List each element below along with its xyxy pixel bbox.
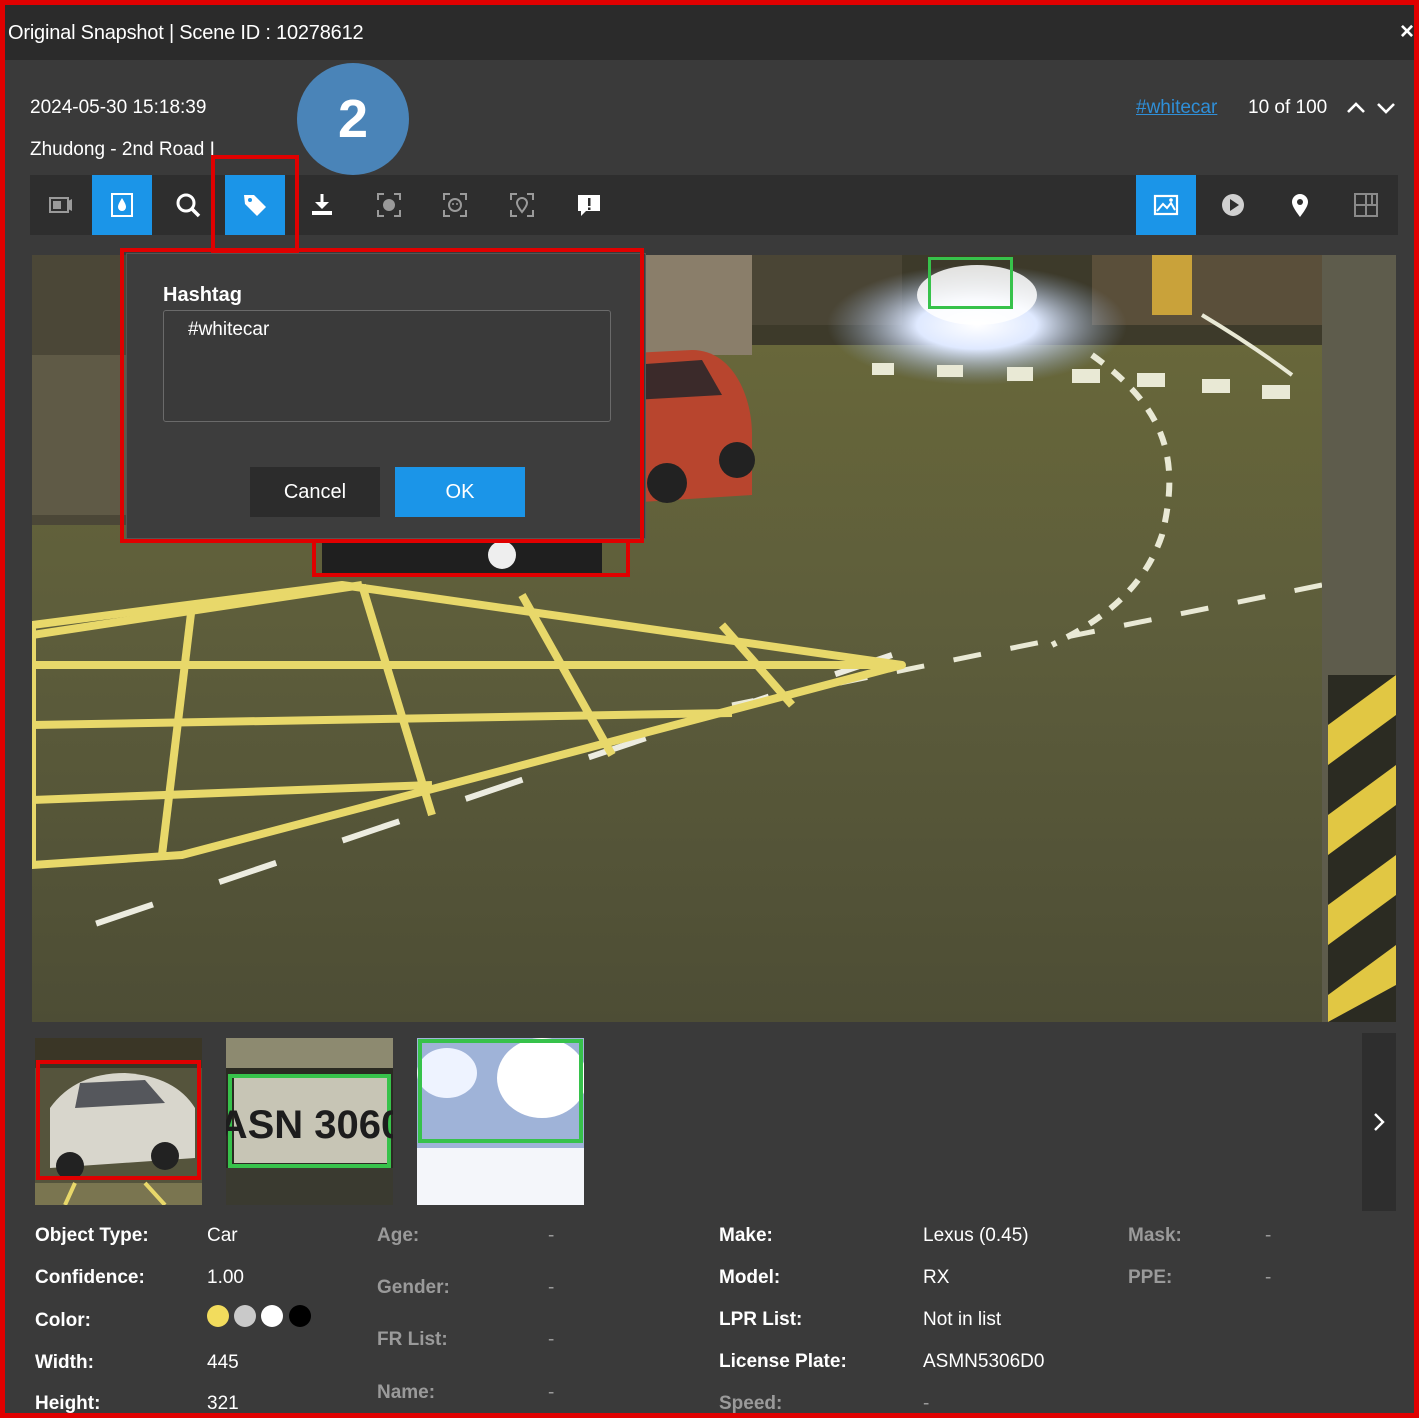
report-icon[interactable]	[559, 175, 619, 235]
color-swatch-black	[289, 1305, 311, 1327]
step-badge: 2	[297, 63, 409, 175]
age-value: -	[548, 1225, 555, 1246]
lpr-list-label: LPR List:	[719, 1309, 803, 1330]
confidence-value: 1.00	[207, 1267, 244, 1288]
annotation-highlight	[211, 155, 299, 255]
name-value: -	[548, 1382, 555, 1403]
face-detect-icon[interactable]	[425, 175, 485, 235]
color-swatch-white	[261, 1305, 283, 1327]
make-value: Lexus (0.45)	[923, 1225, 1029, 1246]
ppe-value: -	[1265, 1267, 1272, 1288]
object-type-value: Car	[207, 1225, 238, 1246]
layout-icon[interactable]	[1336, 175, 1396, 235]
gender-value: -	[548, 1277, 555, 1298]
model-label: Model:	[719, 1267, 781, 1288]
title-bar: Original Snapshot | Scene ID : 10278612 …	[5, 5, 1414, 60]
map-pin-icon[interactable]	[1270, 175, 1330, 235]
download-icon[interactable]	[292, 175, 352, 235]
name-label: Name:	[377, 1382, 436, 1403]
thumbnail-next-button[interactable]	[1362, 1033, 1396, 1211]
event-location: Zhudong - 2nd Road I	[30, 139, 215, 160]
speed-label: Speed:	[719, 1393, 783, 1414]
lpr-list-value: Not in list	[923, 1309, 1002, 1330]
car-thumbnail[interactable]	[35, 1038, 202, 1205]
width-value: 445	[207, 1352, 239, 1373]
location-scan-icon[interactable]	[492, 175, 552, 235]
plate-text: ASN 3060	[226, 1103, 393, 1147]
license-plate-label: License Plate:	[719, 1351, 847, 1372]
event-datetime: 2024-05-30 15:18:39	[30, 97, 207, 118]
camera-switch-icon[interactable]	[30, 175, 90, 235]
age-label: Age:	[377, 1225, 420, 1246]
close-icon[interactable]: ×	[1400, 18, 1414, 46]
color-swatch-yellow	[207, 1305, 229, 1327]
height-value: 321	[207, 1393, 239, 1414]
snapshot-window: Original Snapshot | Scene ID : 10278612 …	[0, 0, 1419, 1418]
face-scan-icon[interactable]	[359, 175, 419, 235]
chevron-up-icon[interactable]	[1345, 97, 1367, 119]
object-type-label: Object Type:	[35, 1225, 149, 1246]
confidence-label: Confidence:	[35, 1267, 145, 1288]
model-value: RX	[923, 1267, 950, 1288]
search-icon[interactable]	[158, 175, 218, 235]
make-label: Make:	[719, 1225, 773, 1246]
thumbnail-strip: ASN 3060	[32, 1033, 1396, 1213]
height-label: Height:	[35, 1393, 101, 1414]
fr-list-value: -	[548, 1329, 555, 1350]
window-title: Original Snapshot | Scene ID : 10278612	[8, 22, 364, 44]
detection-box	[928, 257, 1013, 309]
chevron-right-icon	[1374, 1113, 1385, 1131]
color-swatch-gray	[234, 1305, 256, 1327]
mask-value: -	[1265, 1225, 1272, 1246]
hashtag-link[interactable]: #whitecar	[1136, 97, 1217, 119]
image-view-icon[interactable]	[1136, 175, 1196, 235]
mask-label: Mask:	[1128, 1225, 1182, 1246]
ppe-label: PPE:	[1128, 1267, 1173, 1288]
license-plate-value: ASMN5306D0	[923, 1351, 1045, 1372]
annotation-highlight	[120, 248, 644, 543]
width-label: Width:	[35, 1352, 94, 1373]
chevron-down-icon[interactable]	[1375, 97, 1397, 119]
speed-value: -	[923, 1393, 930, 1414]
color-label: Color:	[35, 1310, 91, 1331]
result-counter: 10 of 100	[1248, 97, 1328, 118]
headlight-thumbnail[interactable]	[417, 1038, 584, 1205]
watermark-icon[interactable]	[92, 175, 152, 235]
fr-list-label: FR List:	[377, 1329, 448, 1350]
license-plate-thumbnail[interactable]: ASN 3060	[226, 1038, 393, 1205]
play-icon[interactable]	[1203, 175, 1263, 235]
gender-label: Gender:	[377, 1277, 450, 1298]
